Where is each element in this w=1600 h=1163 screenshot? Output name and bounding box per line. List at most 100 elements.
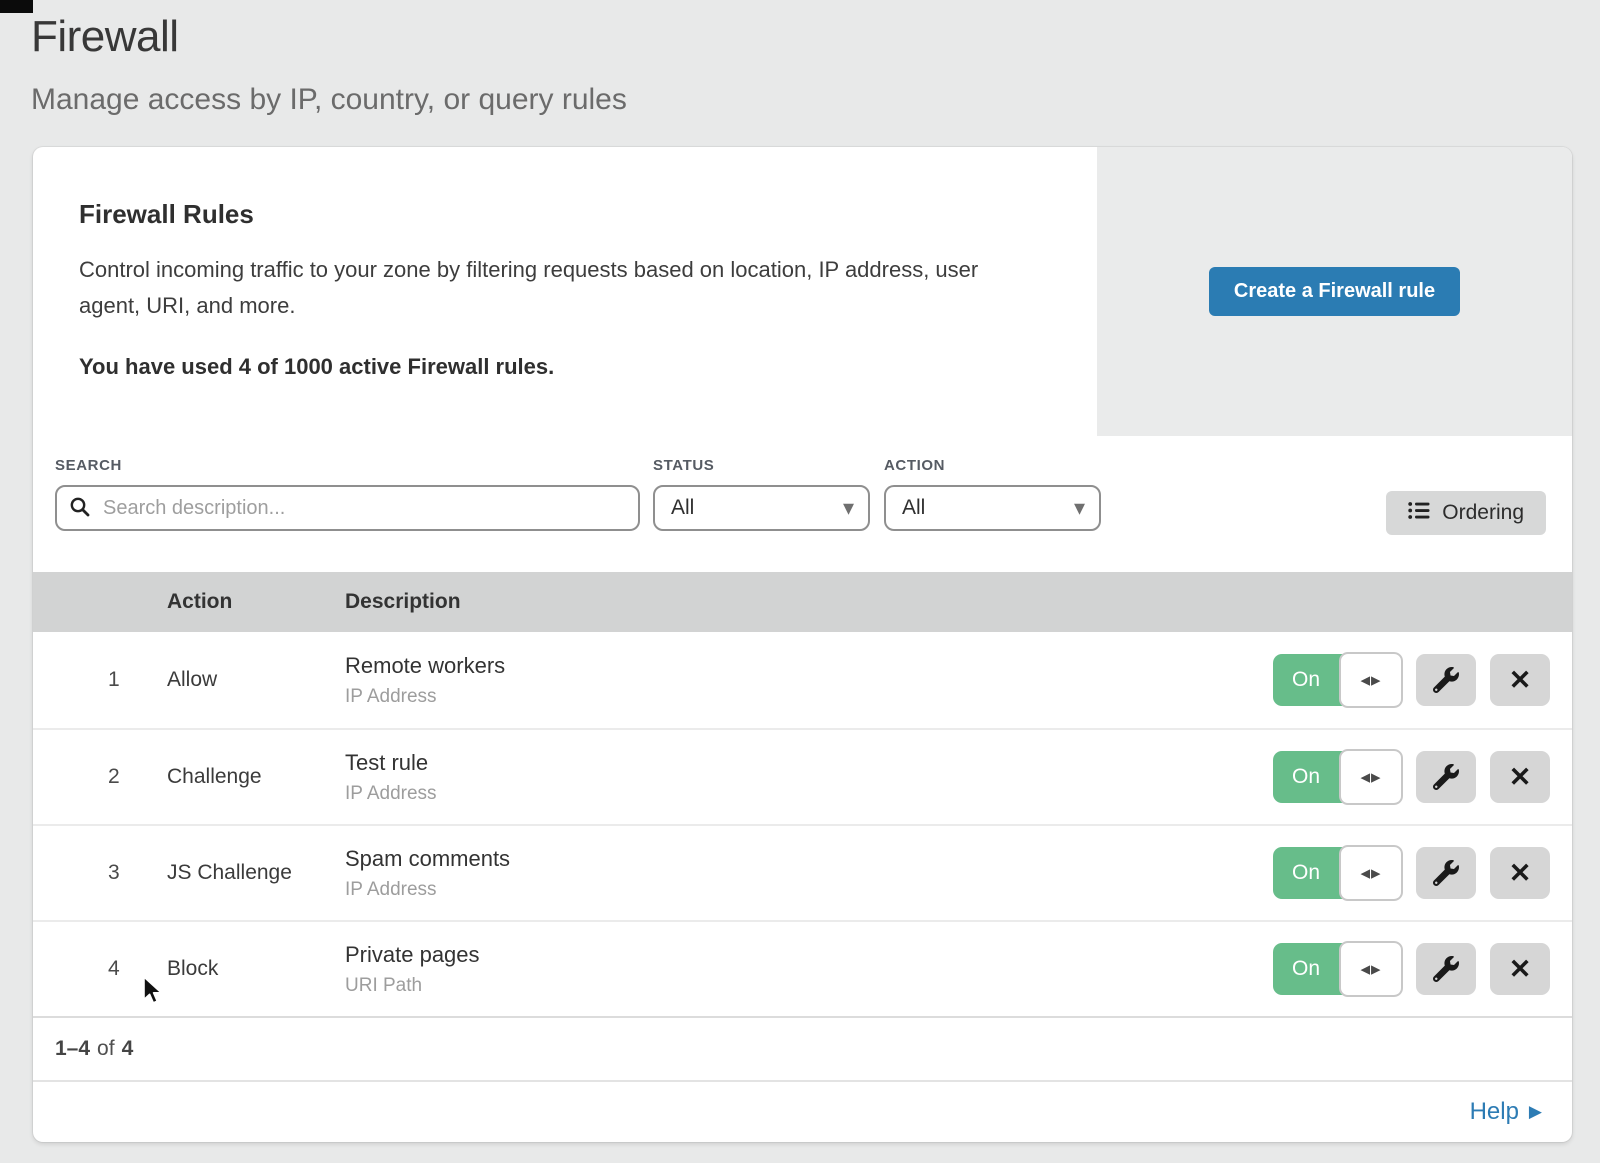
action-column-header: Action: [167, 590, 345, 614]
toggle-state-label: On: [1273, 765, 1339, 789]
toggle-knob[interactable]: ◂▸: [1339, 941, 1403, 997]
action-label: ACTION: [884, 457, 1101, 474]
rule-enabled-toggle[interactable]: On ◂▸: [1273, 654, 1402, 706]
edit-rule-button[interactable]: [1416, 943, 1476, 995]
card-header: Firewall Rules Control incoming traffic …: [33, 147, 1572, 436]
rule-enabled-toggle[interactable]: On ◂▸: [1273, 751, 1402, 803]
table-row: 1 Allow Remote workers IP Address On ◂▸: [33, 632, 1572, 728]
help-link-label: Help: [1470, 1098, 1519, 1126]
delete-rule-button[interactable]: ✕: [1490, 751, 1550, 803]
rule-priority: 2: [108, 765, 167, 789]
wrench-icon: [1433, 860, 1459, 886]
toggle-arrows-icon: ◂▸: [1360, 766, 1381, 789]
rule-controls: On ◂▸ ✕: [1273, 943, 1550, 995]
edit-rule-button[interactable]: [1416, 654, 1476, 706]
description-column-header: Description: [345, 590, 1572, 614]
search-box: [55, 485, 640, 531]
edit-rule-button[interactable]: [1416, 847, 1476, 899]
rule-enabled-toggle[interactable]: On ◂▸: [1273, 943, 1402, 995]
search-filter-group: SEARCH: [55, 457, 640, 531]
status-filter-group: STATUS All ▾: [653, 457, 870, 531]
rule-description-cell: Test rule IP Address: [345, 750, 1273, 805]
status-select-value: All: [671, 496, 694, 520]
edit-rule-button[interactable]: [1416, 751, 1476, 803]
rule-action: Allow: [167, 668, 345, 692]
ordering-button-label: Ordering: [1442, 501, 1524, 525]
pagination: 1–4 of 4: [33, 1018, 1572, 1082]
card-description: Control incoming traffic to your zone by…: [79, 252, 1024, 324]
create-firewall-rule-button[interactable]: Create a Firewall rule: [1209, 267, 1460, 316]
help-row: Help ▶: [33, 1082, 1572, 1142]
screen-corner-artifact: [0, 0, 33, 13]
toggle-arrows-icon: ◂▸: [1360, 669, 1381, 692]
search-label: SEARCH: [55, 457, 640, 474]
rule-action: JS Challenge: [167, 861, 345, 885]
search-icon: [69, 496, 91, 523]
help-arrow-icon: ▶: [1529, 1102, 1542, 1122]
rule-description-cell: Private pages URI Path: [345, 942, 1273, 997]
action-filter-group: ACTION All ▾: [884, 457, 1101, 531]
wrench-icon: [1433, 667, 1459, 693]
pagination-total: 4: [122, 1037, 134, 1061]
rule-action: Block: [167, 957, 345, 981]
ordering-button[interactable]: Ordering: [1386, 491, 1546, 535]
toggle-knob[interactable]: ◂▸: [1339, 845, 1403, 901]
page-header: Firewall Manage access by IP, country, o…: [0, 0, 1600, 117]
pagination-range: 1–4: [55, 1037, 90, 1061]
table-row: 3 JS Challenge Spam comments IP Address …: [33, 824, 1572, 920]
wrench-icon: [1433, 956, 1459, 982]
table-row: 2 Challenge Test rule IP Address On ◂▸: [33, 728, 1572, 824]
action-select[interactable]: All ▾: [884, 485, 1101, 531]
toggle-state-label: On: [1273, 668, 1339, 692]
rules-usage-note: You have used 4 of 1000 active Firewall …: [79, 354, 1057, 380]
table-row: 4 Block Private pages URI Path On ◂▸: [33, 920, 1572, 1016]
pagination-separator: of: [97, 1037, 115, 1061]
toggle-state-label: On: [1273, 957, 1339, 981]
card-aside: Create a Firewall rule: [1097, 147, 1572, 436]
toggle-arrows-icon: ◂▸: [1360, 862, 1381, 885]
table-header: Action Description: [33, 572, 1572, 632]
action-select-value: All: [902, 496, 925, 520]
rule-match-field: IP Address: [345, 879, 1273, 901]
rule-priority: 3: [108, 861, 167, 885]
card-heading: Firewall Rules: [79, 199, 1057, 230]
toggle-knob[interactable]: ◂▸: [1339, 749, 1403, 805]
close-icon: ✕: [1509, 956, 1532, 983]
status-select[interactable]: All ▾: [653, 485, 870, 531]
close-icon: ✕: [1509, 764, 1532, 791]
filters-bar: SEARCH STATUS All ▾ ACTION All ▾: [33, 436, 1572, 572]
rule-match-field: IP Address: [345, 686, 1273, 708]
rule-controls: On ◂▸ ✕: [1273, 751, 1550, 803]
chevron-down-icon: ▾: [843, 497, 854, 519]
chevron-down-icon: ▾: [1074, 497, 1085, 519]
firewall-rules-table: 1 Allow Remote workers IP Address On ◂▸: [33, 632, 1572, 1018]
rule-match-field: IP Address: [345, 783, 1273, 805]
toggle-knob[interactable]: ◂▸: [1339, 652, 1403, 708]
toggle-arrows-icon: ◂▸: [1360, 958, 1381, 981]
firewall-rules-card: Firewall Rules Control incoming traffic …: [33, 147, 1572, 1142]
status-label: STATUS: [653, 457, 870, 474]
delete-rule-button[interactable]: ✕: [1490, 943, 1550, 995]
rule-description-cell: Spam comments IP Address: [345, 846, 1273, 901]
ordered-list-icon: [1408, 501, 1430, 526]
delete-rule-button[interactable]: ✕: [1490, 847, 1550, 899]
toggle-state-label: On: [1273, 861, 1339, 885]
wrench-icon: [1433, 764, 1459, 790]
rule-priority: 1: [108, 668, 167, 692]
search-input[interactable]: [55, 485, 640, 531]
delete-rule-button[interactable]: ✕: [1490, 654, 1550, 706]
rule-description: Private pages: [345, 942, 1273, 968]
rule-action: Challenge: [167, 765, 345, 789]
rule-description: Test rule: [345, 750, 1273, 776]
close-icon: ✕: [1509, 860, 1532, 887]
help-link[interactable]: Help ▶: [1470, 1098, 1542, 1126]
page-title: Firewall: [31, 12, 1600, 62]
rule-controls: On ◂▸ ✕: [1273, 654, 1550, 706]
rule-description: Spam comments: [345, 846, 1273, 872]
card-header-text: Firewall Rules Control incoming traffic …: [33, 147, 1097, 436]
rule-description: Remote workers: [345, 653, 1273, 679]
page-subtitle: Manage access by IP, country, or query r…: [31, 83, 1600, 117]
rule-description-cell: Remote workers IP Address: [345, 653, 1273, 708]
close-icon: ✕: [1509, 667, 1532, 694]
rule-enabled-toggle[interactable]: On ◂▸: [1273, 847, 1402, 899]
